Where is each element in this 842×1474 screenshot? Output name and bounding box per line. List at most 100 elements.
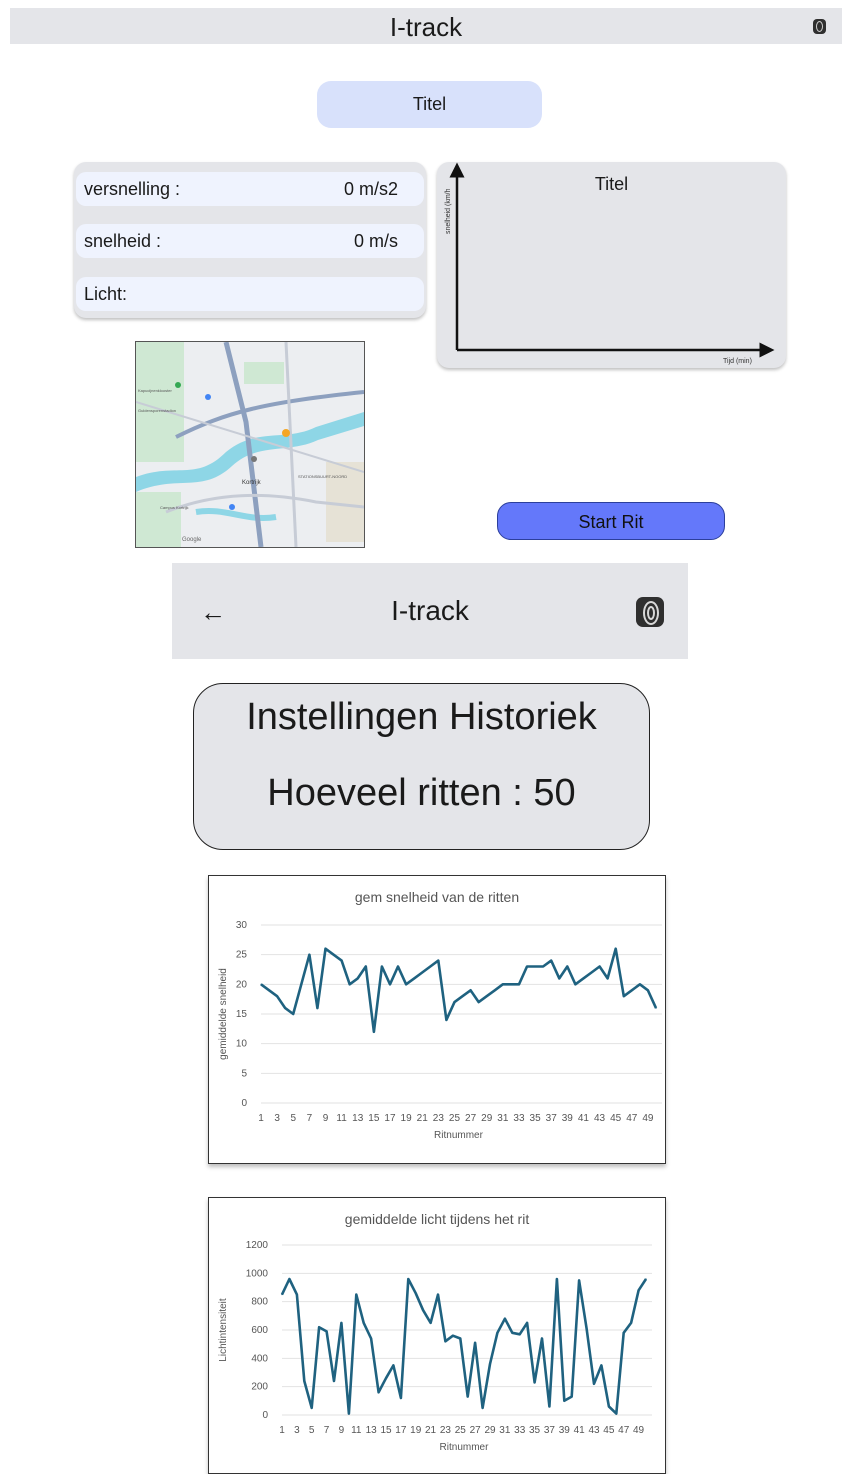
speed-chart-x-tick: 27 (465, 1113, 477, 1124)
map-label-kortrijk: Kortrijk (242, 480, 262, 486)
light-chart-data-point (496, 1332, 499, 1334)
light-chart-y-tick: 800 (251, 1297, 268, 1308)
fingerprint-icon[interactable] (636, 597, 664, 627)
speed-chart-data-point (397, 965, 399, 968)
light-chart-data-point (444, 1340, 447, 1342)
history-settings-card[interactable]: Instellingen Historiek Hoeveel ritten : … (193, 683, 650, 850)
light-chart-data-point (637, 1289, 640, 1291)
speed-chart-data-point (518, 983, 520, 985)
speed-chart-x-tick: 15 (368, 1113, 380, 1124)
light-chart-data-point (437, 1293, 439, 1296)
light-chart-data-point (385, 1377, 387, 1379)
speed-chart-data-point (308, 954, 310, 956)
speed-chart-data-point (357, 977, 359, 979)
speed-chart-x-tick: 43 (594, 1113, 606, 1124)
light-chart-data-point (548, 1405, 551, 1408)
live-chart-title: Titel (594, 174, 629, 194)
fingerprint-icon[interactable] (813, 19, 826, 34)
speed-chart-data-point (276, 995, 278, 997)
light-chart-title: gemiddelde licht tijdens het rit (345, 1211, 530, 1227)
speed-chart-data-point (558, 977, 560, 979)
light-chart-data-point (467, 1395, 469, 1398)
speed-chart-data-point (292, 1013, 294, 1015)
light-chart-x-tick: 35 (529, 1425, 541, 1436)
history-header: ← I-track (172, 563, 688, 659)
light-chart-x-tick: 29 (484, 1425, 496, 1436)
light-chart-data-point (511, 1332, 513, 1334)
light-chart-x-tick: 17 (395, 1425, 407, 1436)
acceleration-label: versnelling : (84, 179, 181, 199)
light-chart-x-tick: 43 (588, 1425, 600, 1436)
ride-count[interactable]: Hoeveel ritten : 50 (194, 772, 649, 815)
speed-chart-x-tick: 33 (513, 1113, 525, 1124)
live-chart-y-label: snelheid (km/h (445, 188, 452, 234)
light-chart-y-tick: 600 (251, 1325, 268, 1336)
map-label-campus: Campus Kortrijk (160, 505, 188, 510)
light-row: Licht: (76, 277, 424, 311)
speed-chart-data-point (284, 1007, 286, 1009)
light-chart-y-tick: 200 (251, 1382, 268, 1393)
light-chart-series-line (280, 1277, 648, 1415)
speed-chart-data-point (300, 983, 302, 985)
light-chart-data-point (281, 1293, 283, 1296)
light-chart-data-point (392, 1364, 395, 1367)
speed-chart-data-point (341, 960, 343, 962)
speed-chart-data-point (349, 983, 351, 985)
live-chart-x-label: Tijd (min) (723, 358, 752, 365)
speed-chart-x-tick: 17 (384, 1113, 396, 1124)
speed-label: snelheid : (84, 231, 162, 251)
light-chart-data-point (489, 1363, 491, 1365)
light-chart-y-tick: 400 (251, 1353, 268, 1364)
light-chart-data-point (407, 1278, 409, 1280)
speed-chart-x-label: Ritnummer (434, 1130, 484, 1141)
light-chart-data-point (355, 1293, 357, 1296)
live-speed-chart: Titel snelheid (km/h Tijd (min) (437, 162, 786, 368)
light-chart-x-tick: 39 (559, 1425, 571, 1436)
light-chart-data-point (422, 1309, 424, 1311)
light-chart-y-tick: 0 (262, 1410, 268, 1421)
avg-light-chart: gemiddelde licht tijdens het rit 0 200 400 6… (208, 1197, 666, 1474)
speed-chart-data-point (332, 954, 335, 956)
speed-chart-y-tick: 15 (236, 1009, 248, 1020)
speed-row: snelheid : 0 m/s (76, 224, 424, 258)
speed-chart-data-point (566, 965, 568, 968)
speed-chart-data-point (598, 965, 601, 968)
speed-chart-x-tick: 47 (626, 1113, 638, 1124)
light-chart-x-tick: 45 (603, 1425, 615, 1436)
speed-chart-data-point (445, 1019, 448, 1021)
light-chart-data-point (400, 1397, 402, 1399)
speed-chart-data-point (461, 995, 464, 997)
light-chart-data-point (303, 1380, 305, 1382)
light-chart-data-point (541, 1337, 543, 1340)
light-chart-y-label: Lichtintensiteit (218, 1298, 229, 1362)
speed-chart-data-point (413, 977, 415, 979)
speed-chart-x-tick: 25 (449, 1113, 461, 1124)
light-chart-data-point (370, 1337, 372, 1340)
light-chart-x-tick: 37 (544, 1425, 556, 1436)
light-chart-data-point (318, 1326, 320, 1328)
speed-chart-y-tick: 25 (236, 950, 248, 961)
light-chart-x-tick: 47 (618, 1425, 630, 1436)
speed-chart-x-tick: 3 (274, 1113, 280, 1124)
light-chart-data-point (526, 1322, 528, 1324)
start-ride-button[interactable]: Start Rit (497, 502, 725, 540)
speed-chart-y-tick: 0 (241, 1098, 247, 1109)
speed-chart-data-point (324, 948, 327, 950)
speed-chart-data-point (510, 983, 512, 985)
speed-chart-data-point (381, 965, 383, 968)
map-view[interactable]: Kortrijk STATIONSBUURT-NOORD Campus Kort… (135, 341, 365, 548)
speed-chart-data-point (421, 971, 423, 974)
light-chart-data-point (377, 1391, 380, 1393)
avg-speed-chart-svg: gem snelheid van de ritten0510152025301 3… (218, 889, 662, 1141)
speed-chart-data-point (316, 1007, 319, 1009)
speed-chart-x-tick: 23 (433, 1113, 445, 1124)
map-label-klooster: Kapucijnenklooster (138, 388, 172, 393)
speed-chart-x-tick: 21 (417, 1113, 429, 1124)
speed-chart-x-tick: 11 (336, 1113, 347, 1124)
title-button[interactable]: Titel (317, 81, 542, 128)
light-chart-x-tick: 23 (440, 1425, 452, 1436)
speed-chart-x-tick: 1 (258, 1113, 264, 1124)
speed-chart-data-point (502, 983, 504, 985)
light-chart-x-label: Ritnummer (440, 1442, 490, 1453)
speed-chart-x-tick: 19 (401, 1113, 413, 1124)
